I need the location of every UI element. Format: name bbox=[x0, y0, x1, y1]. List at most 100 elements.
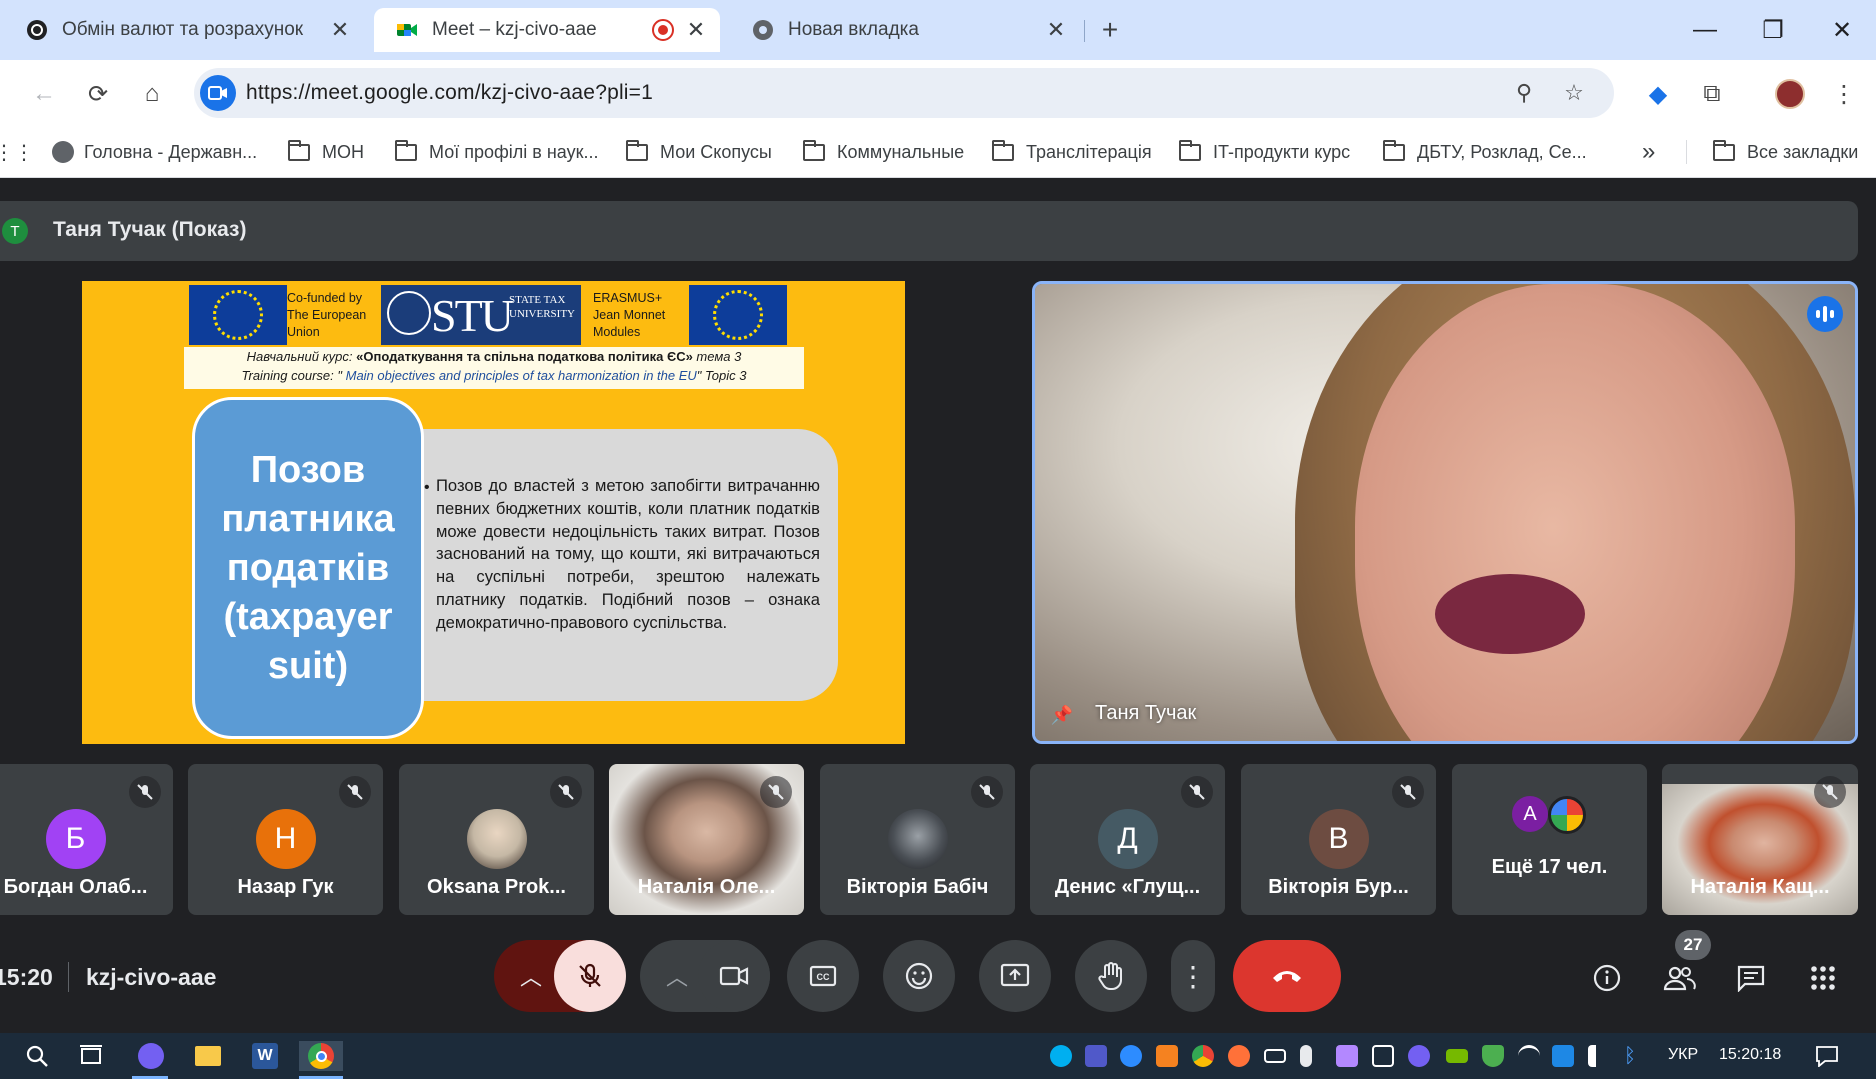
participant-tile[interactable]: Oksana Prok... bbox=[399, 764, 594, 915]
folder-icon bbox=[626, 139, 648, 161]
chat-button[interactable] bbox=[1731, 958, 1771, 998]
address-bar[interactable]: https://meet.google.com/kzj-civo-aae?pli… bbox=[194, 68, 1614, 118]
pin-icon[interactable]: 📌 bbox=[1049, 702, 1075, 728]
chrome-tray-icon[interactable] bbox=[1192, 1045, 1214, 1067]
tray-app-icon[interactable] bbox=[1156, 1045, 1178, 1067]
bookmark-folder[interactable]: Транслітерація bbox=[992, 138, 1152, 166]
hand-icon bbox=[1098, 962, 1122, 990]
participant-tile[interactable]: Б Богдан Олаб... bbox=[0, 764, 173, 915]
participant-tile[interactable]: Д Денис «Глущ... bbox=[1030, 764, 1225, 915]
stu-logo: STU STATE TAX UNIVERSITY bbox=[381, 285, 581, 345]
stu-logo-text: STU bbox=[431, 290, 514, 341]
participant-tile[interactable]: В Вікторія Бур... bbox=[1241, 764, 1436, 915]
presenter-title: Таня Тучак (Показ) bbox=[53, 218, 247, 241]
close-tab-icon[interactable]: ✕ bbox=[1044, 17, 1068, 42]
extension-diamond-icon[interactable]: ◆ bbox=[1640, 76, 1676, 112]
folder-icon bbox=[1179, 139, 1201, 161]
participant-tile[interactable]: Н Назар Гук bbox=[188, 764, 383, 915]
video-camera-icon bbox=[719, 966, 749, 986]
extensions-icon[interactable]: ⧉ bbox=[1694, 76, 1730, 112]
bookmark-folder[interactable]: Мої профілі в наук... bbox=[395, 138, 598, 166]
volume-icon[interactable] bbox=[1588, 1045, 1606, 1067]
more-participants-tile[interactable]: А Ещё 17 чел. bbox=[1452, 764, 1647, 915]
participant-tile[interactable]: Наталія Оле... bbox=[609, 764, 804, 915]
activities-button[interactable] bbox=[1803, 958, 1843, 998]
raise-hand-button[interactable] bbox=[1075, 940, 1147, 1012]
shield-icon[interactable] bbox=[1482, 1045, 1504, 1067]
camera-tray-icon[interactable] bbox=[1372, 1045, 1394, 1067]
close-tab-icon[interactable]: ✕ bbox=[328, 17, 352, 42]
close-window-button[interactable]: ✕ bbox=[1822, 10, 1862, 50]
wifi-icon[interactable] bbox=[1518, 1045, 1540, 1067]
url-text[interactable]: https://meet.google.com/kzj-civo-aae?pli… bbox=[246, 81, 653, 105]
zoom-icon[interactable]: ⚲ bbox=[1510, 79, 1538, 107]
tab-exchange[interactable]: Обмін валют та розрахунок ✕ bbox=[4, 8, 364, 52]
back-button[interactable] bbox=[24, 76, 60, 112]
present-screen-button[interactable] bbox=[979, 940, 1051, 1012]
mic-off-icon bbox=[1392, 776, 1424, 808]
search-icon[interactable] bbox=[22, 1041, 52, 1071]
more-participants-label: Ещё 17 чел. bbox=[1491, 856, 1608, 878]
restore-button[interactable]: ❐ bbox=[1753, 10, 1793, 50]
profile-avatar[interactable] bbox=[1772, 76, 1808, 112]
avast-icon[interactable] bbox=[1228, 1045, 1250, 1067]
file-explorer-icon[interactable] bbox=[193, 1041, 223, 1071]
network-icon[interactable] bbox=[1552, 1045, 1574, 1067]
meet-stage: Т Таня Тучак (Показ) Co-funded by The Eu… bbox=[0, 179, 1876, 1033]
avatar-image bbox=[887, 809, 948, 869]
slide-body-text: Позов до властей з метою запобігти витра… bbox=[436, 476, 820, 632]
nvidia-icon[interactable] bbox=[1446, 1049, 1468, 1063]
course-ua-topic: тема 3 bbox=[692, 349, 742, 364]
home-icon[interactable]: ⌂ bbox=[134, 76, 170, 112]
site-info-icon[interactable] bbox=[200, 75, 236, 111]
battery-icon[interactable] bbox=[1264, 1049, 1286, 1063]
notifications-icon[interactable] bbox=[1812, 1041, 1842, 1071]
system-clock[interactable]: 15:20:18 bbox=[1719, 1046, 1781, 1064]
people-button[interactable] bbox=[1659, 958, 1699, 998]
zoom-icon[interactable] bbox=[1120, 1045, 1142, 1067]
speaker-video[interactable]: 📌 Таня Тучак bbox=[1032, 281, 1858, 744]
more-options-button[interactable]: ⋮ bbox=[1171, 940, 1215, 1012]
minimize-button[interactable]: — bbox=[1685, 10, 1725, 50]
meeting-info-button[interactable] bbox=[1587, 958, 1627, 998]
bluetooth-icon[interactable]: ᛒ bbox=[1624, 1045, 1646, 1067]
mic-toggle-button[interactable] bbox=[554, 940, 626, 1012]
bookmark-folder[interactable]: Коммунальные bbox=[803, 138, 964, 166]
participant-tile[interactable]: Вікторія Бабіч bbox=[820, 764, 1015, 915]
bookmark-star-icon[interactable]: ☆ bbox=[1560, 79, 1588, 107]
task-view-icon[interactable] bbox=[76, 1041, 106, 1071]
captions-button[interactable]: CC bbox=[787, 940, 859, 1012]
folder-icon bbox=[1383, 139, 1405, 161]
leave-call-button[interactable] bbox=[1233, 940, 1341, 1012]
mic-off-icon bbox=[760, 776, 792, 808]
close-tab-icon[interactable]: ✕ bbox=[684, 17, 708, 42]
presenter-avatar: Т bbox=[2, 218, 28, 244]
reactions-button[interactable] bbox=[883, 940, 955, 1012]
tab-newtab[interactable]: Новая вкладка ✕ bbox=[730, 8, 1080, 52]
reload-icon[interactable]: ⟳ bbox=[80, 76, 116, 112]
more-bookmarks-button[interactable]: » bbox=[1642, 138, 1655, 166]
camera-toggle-button[interactable] bbox=[698, 940, 770, 1012]
chrome-icon[interactable] bbox=[299, 1041, 343, 1071]
viber-tray-icon[interactable] bbox=[1408, 1045, 1430, 1067]
participants-count-badge: 27 bbox=[1675, 930, 1711, 960]
teams-icon[interactable] bbox=[1085, 1045, 1107, 1067]
bookmark-folder[interactable]: IT-продукти курс bbox=[1179, 138, 1350, 166]
bookmark-folder[interactable]: ДБТУ, Розклад, Се... bbox=[1383, 138, 1587, 166]
pen-icon[interactable] bbox=[1336, 1045, 1358, 1067]
participant-name: Вікторія Бабіч bbox=[846, 876, 989, 898]
bookmark-folder[interactable]: МОН bbox=[288, 138, 364, 166]
microphone-icon[interactable] bbox=[1300, 1045, 1312, 1067]
bookmark-item[interactable]: Головна - Державн... bbox=[52, 138, 257, 166]
viber-icon[interactable] bbox=[136, 1041, 166, 1071]
skype-icon[interactable] bbox=[1050, 1045, 1072, 1067]
tab-meet[interactable]: Meet – kzj-civo-aae ✕ bbox=[374, 8, 720, 52]
word-icon[interactable]: W bbox=[250, 1041, 280, 1071]
bookmark-folder[interactable]: Мои Скопусы bbox=[626, 138, 772, 166]
apps-grid-icon[interactable]: ⋮⋮ bbox=[0, 138, 34, 166]
all-bookmarks-folder[interactable]: Все закладки bbox=[1713, 138, 1858, 166]
menu-kebab-icon[interactable]: ⋮ bbox=[1826, 76, 1862, 112]
new-tab-button[interactable]: + bbox=[1094, 14, 1126, 46]
participant-tile[interactable]: Наталія Кащ... bbox=[1662, 764, 1858, 915]
input-language[interactable]: УКР bbox=[1668, 1046, 1698, 1064]
